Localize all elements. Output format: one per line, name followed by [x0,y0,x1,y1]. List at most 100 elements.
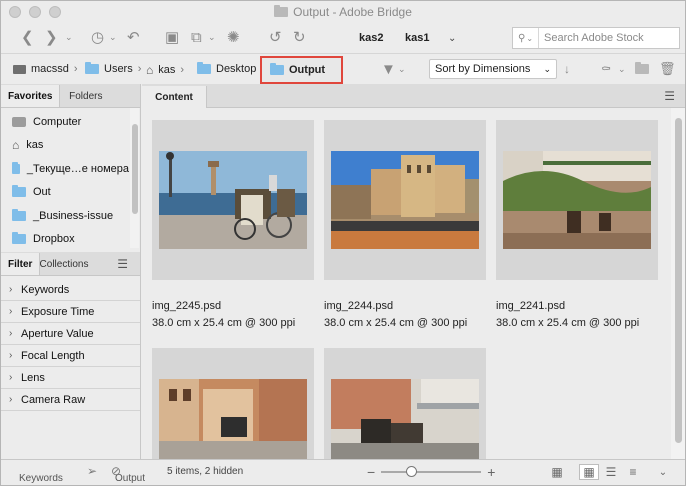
favorite-item-dropbox[interactable]: Dropbox [1,228,129,252]
chevron-down-icon[interactable]: ⌄ [208,26,216,48]
tab-favorites[interactable]: Favorites [1,85,61,107]
cancel-filter-icon[interactable]: ⊘ [111,464,121,478]
filter-keywords[interactable]: › Keywords [1,279,140,301]
breadcrumb-label: macssd [31,63,69,75]
thumbnail-card[interactable] [324,348,486,459]
tab-keywords[interactable]: Keywords [19,474,63,484]
favorites-scrollbar[interactable] [130,108,139,248]
chevron-right-icon: › [137,63,142,75]
thumbnail-size-slider-knob[interactable] [406,466,418,477]
thumbnail-size-slider[interactable] [381,466,482,477]
breadcrumb-current-label: Output [289,64,326,76]
view-as-thumbnails-icon[interactable]: ▦ [579,464,599,480]
chevron-right-icon: › [9,372,13,383]
lock-grid-icon[interactable]: ▦ [547,464,567,480]
favorite-item-out[interactable]: Out [1,181,129,205]
thumbnail-card[interactable] [152,348,314,459]
workspace-tab-kas2[interactable]: kas2 [359,32,383,44]
search-input[interactable] [539,32,677,44]
thumbnail-filename: img_2245.psd [152,300,222,312]
filter-aperture-value[interactable]: › Aperture Value [1,323,140,345]
sort-dropdown[interactable]: Sort by Dimensions ⌄ [429,59,557,79]
tab-folders[interactable]: Folders [60,85,104,107]
home-icon: ⌂ [12,138,20,153]
thumbnail-image[interactable] [503,151,651,249]
rotate-left-icon[interactable]: ↺ [269,26,282,48]
back-arrow-icon[interactable]: ❮ [21,26,34,48]
workspace-tab-kas1[interactable]: kas1 [405,32,429,44]
favorites-scroll-thumb[interactable] [132,124,138,214]
thumbnail-card[interactable] [496,120,658,280]
panel-menu-icon[interactable]: ☰ [664,89,675,103]
panel-menu-icon[interactable]: ☰ [117,257,128,271]
favorite-item-current-issue[interactable]: _Текуще…е номера [1,157,129,181]
thumbnail-image[interactable] [331,379,479,459]
refine-icon[interactable]: ⧉ [191,26,202,48]
filter-exposure-time[interactable]: › Exposure Time [1,301,140,323]
content-panel: Content ☰ img_2245.psd 38.0 cm x 25.4 cm… [142,84,685,459]
breadcrumb-output-current[interactable]: Output [260,56,343,84]
tab-content[interactable]: Content [142,86,207,108]
chevron-right-icon: › [9,350,13,361]
favorite-label: Out [33,186,51,199]
filter-focal-length[interactable]: › Focal Length [1,345,140,367]
thumbnail-dimensions: 38.0 cm x 25.4 cm @ 300 ppi [152,317,296,329]
zoom-window-button[interactable] [49,6,61,18]
zoom-out-icon[interactable]: − [367,464,375,480]
chevron-down-icon[interactable]: ⌄ [653,464,673,480]
pin-icon[interactable]: ➢ [87,464,97,478]
minimize-window-button[interactable] [29,6,41,18]
thumbnail-card[interactable] [152,120,314,280]
favorite-label: kas [26,139,44,152]
close-window-button[interactable] [9,6,21,18]
return-icon[interactable]: ↶ [127,26,140,48]
tab-filter[interactable]: Filter [1,253,41,275]
chevron-down-icon[interactable]: ⌄ [109,26,117,48]
open-in-camera-raw-icon[interactable]: ✺ [227,26,240,48]
chevron-down-icon[interactable]: ⌄ [618,58,626,80]
street-carriage-photo [159,379,307,459]
search-scope-dropdown[interactable]: ⚲ ⌄ [513,28,539,48]
content-panel-tabs: Content ☰ [142,84,685,108]
chevron-right-icon: › [180,64,185,76]
window-controls [9,6,61,18]
thumbnail-size-control: − + [367,464,495,480]
window-title-text: Output - Adobe Bridge [293,5,412,19]
favorite-label: Computer [33,115,82,128]
view-as-list-icon[interactable]: ≡ [623,464,643,480]
breadcrumb-macssd[interactable]: macssd › [13,63,78,75]
camera-import-icon[interactable]: ▣ [165,26,179,48]
breadcrumb-users[interactable]: Users › [85,62,142,75]
thumbnail-card[interactable] [324,120,486,280]
filter-camera-raw[interactable]: › Camera Raw [1,389,140,411]
workspace-menu-chevron-icon[interactable]: ⌄ [448,27,456,49]
favorite-item-computer[interactable]: Computer [1,110,129,134]
zoom-in-icon[interactable]: + [487,464,495,480]
rotate-right-icon[interactable]: ↻ [293,26,306,48]
tab-collections[interactable]: Collections [40,253,90,275]
thumbnail-image[interactable] [159,379,307,459]
recent-history-icon[interactable]: ◷ [91,26,104,48]
thumbnail-dimensions: 38.0 cm x 25.4 cm @ 300 ppi [324,317,468,329]
breadcrumb-desktop[interactable]: Desktop › [197,62,265,75]
favorite-item-kas[interactable]: ⌂ kas [1,134,129,158]
filter-label: Focal Length [21,349,85,362]
filter-funnel-icon[interactable]: ▼ [381,58,396,80]
content-scroll-thumb[interactable] [675,118,682,443]
trash-icon[interactable]: 🗑 [659,58,676,80]
thumbnail-image[interactable] [159,151,307,249]
breadcrumb-kas[interactable]: ⌂ kas › [146,63,184,77]
open-recent-folder-icon[interactable]: ⚰ [601,58,611,80]
chevron-right-icon: › [9,306,13,317]
sort-direction-arrow-icon[interactable]: ↓ [564,58,570,80]
content-scrollbar[interactable] [671,108,685,459]
thumbnail-image[interactable] [331,151,479,249]
chevron-down-icon[interactable]: ⌄ [65,26,73,48]
new-folder-icon[interactable] [635,58,649,80]
favorite-item-business-issue[interactable]: _Business-issue [1,204,129,228]
filter-lens[interactable]: › Lens [1,367,140,389]
view-as-details-icon[interactable]: ☰ [601,464,621,480]
forward-arrow-icon[interactable]: ❯ [45,26,58,48]
chevron-down-icon[interactable]: ⌄ [398,58,406,80]
status-bar: Keywords Output ➢ ⊘ 5 items, 2 hidden − … [1,459,685,485]
